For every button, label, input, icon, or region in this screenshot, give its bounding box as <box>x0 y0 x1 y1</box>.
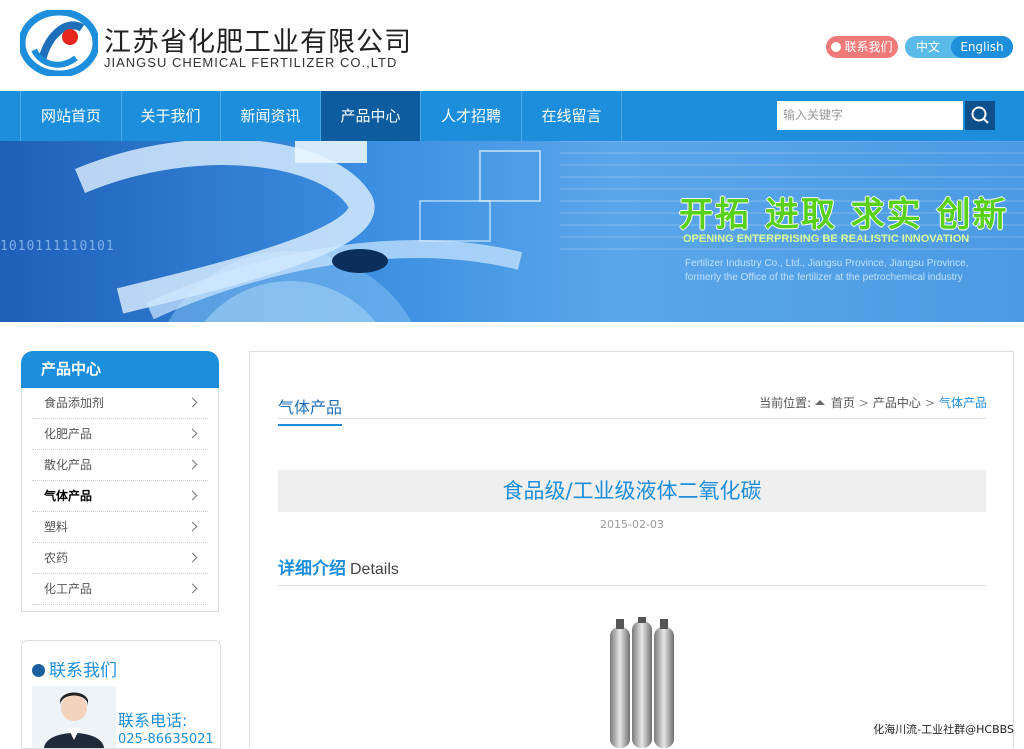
language-switch: 中文 English <box>905 36 1013 58</box>
sidebar-item-label: 食品添加剂 <box>44 396 105 410</box>
breadcrumb-products[interactable]: 产品中心 <box>873 396 921 410</box>
banner-description-line-1: Fertilizer Industry Co., Ltd., Jiangsu P… <box>685 258 969 269</box>
nav-news[interactable]: 新闻资讯 <box>221 91 321 141</box>
chevron-right-icon <box>187 428 198 439</box>
sidebar-item-fertilizer[interactable]: 化肥产品 <box>32 419 208 450</box>
main-nav: 网站首页 关于我们 新闻资讯 产品中心 人才招聘 在线留言 输入关键字 <box>0 91 1024 141</box>
company-logo[interactable] <box>20 10 98 76</box>
nav-message[interactable]: 在线留言 <box>522 91 622 141</box>
sidebar-item-label: 化肥产品 <box>44 427 93 441</box>
banner-description: Fertilizer Industry Co., Ltd., Jiangsu P… <box>685 257 1005 285</box>
user-icon <box>831 42 842 52</box>
main-content: 气体产品 当前位置: 首页 > 产品中心 > 气体产品 食品级/工业级液体二氧化碳 20… <box>249 351 1014 748</box>
chevron-right-icon <box>187 397 198 408</box>
article-title: 食品级/工业级液体二氧化碳 <box>278 470 986 512</box>
nav-home[interactable]: 网站首页 <box>20 91 122 141</box>
sidebar-item-label: 塑料 <box>44 520 69 534</box>
contact-phone: 025-86635021 <box>118 732 214 747</box>
breadcrumb-current[interactable]: 气体产品 <box>939 396 987 410</box>
banner-binary-text: 1010111110101 <box>0 239 115 254</box>
contact-title: 联系我们 <box>32 656 117 681</box>
contact-title-label: 联系我们 <box>49 661 117 681</box>
lang-english-button[interactable]: English <box>951 36 1013 58</box>
chevron-right-icon <box>187 583 198 594</box>
divider <box>278 585 986 586</box>
banner-description-line-2: formerly the Office of the fertilizer at… <box>685 272 963 283</box>
breadcrumb: 当前位置: 首页 > 产品中心 > 气体产品 <box>759 394 987 411</box>
sidebar-item-label: 化工产品 <box>44 582 93 596</box>
sidebar-item-gas[interactable]: 气体产品 <box>32 481 208 512</box>
details-heading-cn: 详细介绍 <box>278 559 346 579</box>
banner-slogan-en: OPENING ENTERPRISING BE REALISTIC INNOVA… <box>683 233 970 245</box>
arrow-circle-icon <box>32 664 45 677</box>
chevron-right-icon <box>187 459 198 470</box>
nav-about[interactable]: 关于我们 <box>121 91 221 141</box>
sidebar-title: 产品中心 <box>21 351 219 388</box>
sidebar-item-bulk-chemicals[interactable]: 散化产品 <box>32 450 208 481</box>
sidebar-item-pesticides[interactable]: 农药 <box>32 543 208 574</box>
contact-panel: 联系我们 联系电话: 025-86635021 <box>21 640 221 749</box>
contact-us-button[interactable]: 联系我们 <box>826 36 898 58</box>
product-sidebar: 产品中心 食品添加剂 化肥产品 散化产品 气体产品 塑料 农药 化工产品 <box>21 351 219 612</box>
article-date: 2015-02-03 <box>600 518 664 531</box>
details-heading: 详细介绍 Details <box>278 554 399 579</box>
breadcrumb-separator: > <box>924 396 935 410</box>
company-name-en: JIANGSU CHEMICAL FERTILIZER CO.,LTD <box>104 55 398 70</box>
banner-slogan: 开拓 进取 求实 创新 <box>679 195 1009 235</box>
contact-phone-label: 联系电话: <box>118 711 188 730</box>
hero-banner: 1010111110101 开拓 进取 求实 创新 OPENING ENTERP… <box>0 141 1024 322</box>
sidebar-item-plastics[interactable]: 塑料 <box>32 512 208 543</box>
sidebar-item-label: 农药 <box>44 551 69 565</box>
site-header: 江苏省化肥工业有限公司 JIANGSU CHEMICAL FERTILIZER … <box>0 0 1024 91</box>
customer-service-avatar <box>32 686 116 748</box>
search-input[interactable]: 输入关键字 <box>777 101 963 130</box>
breadcrumb-separator: > <box>858 396 869 410</box>
company-name-cn: 江苏省化肥工业有限公司 <box>104 27 412 58</box>
divider <box>278 418 986 419</box>
sidebar-item-label: 气体产品 <box>44 489 93 503</box>
sidebar-item-label: 散化产品 <box>44 458 93 472</box>
chevron-right-icon <box>187 521 198 532</box>
details-heading-en: Details <box>350 561 399 578</box>
watermark: 化海川流-工业社群@HCBBS <box>873 723 1014 736</box>
search-button[interactable] <box>965 101 995 130</box>
home-icon <box>815 400 825 405</box>
sidebar-item-food-additives[interactable]: 食品添加剂 <box>32 388 208 419</box>
breadcrumb-prefix: 当前位置: <box>759 396 812 410</box>
nav-products[interactable]: 产品中心 <box>321 91 421 141</box>
nav-jobs[interactable]: 人才招聘 <box>421 91 522 141</box>
breadcrumb-home[interactable]: 首页 <box>831 396 855 410</box>
sidebar-list: 食品添加剂 化肥产品 散化产品 气体产品 塑料 农药 化工产品 <box>21 388 219 612</box>
section-title: 气体产品 <box>278 394 343 426</box>
product-image-gas-cylinders <box>610 617 674 748</box>
chevron-right-icon <box>187 552 198 563</box>
lang-chinese-button[interactable]: 中文 <box>905 36 951 58</box>
search-icon <box>971 106 989 124</box>
chevron-right-icon <box>187 490 198 501</box>
contact-us-label: 联系我们 <box>844 40 893 54</box>
sidebar-item-chemicals[interactable]: 化工产品 <box>32 574 208 605</box>
